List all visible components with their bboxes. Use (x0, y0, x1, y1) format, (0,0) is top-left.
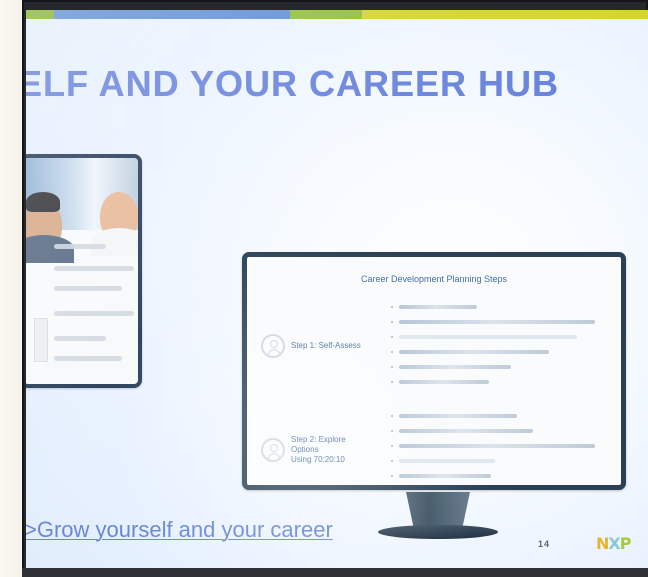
monitor-stand-base (378, 525, 498, 539)
woman-shirt-shape (91, 228, 138, 256)
top-bar-blue-segment (54, 10, 290, 19)
step-two-label: Step 2: Explore Options Using 70:20:10 (291, 435, 346, 464)
logo-letter-x: X (608, 534, 620, 553)
blurred-bullet-item (391, 412, 595, 420)
blurred-bullet-text (399, 429, 533, 433)
blurred-text-line (54, 244, 106, 249)
blurred-bullet-item (391, 363, 595, 371)
blurred-bullet-text (399, 365, 511, 369)
blurred-bullet-text (399, 380, 489, 384)
blurred-text-line (54, 286, 122, 291)
blurred-bullet-text (399, 474, 491, 478)
person-icon (261, 334, 285, 358)
top-color-bar (26, 10, 648, 19)
blurred-text-line (54, 356, 122, 361)
blurred-text-line (54, 266, 134, 271)
blurred-bullet-item (391, 333, 595, 341)
career-hub-card-preview (26, 154, 142, 388)
monitor-graphic: Career Development Planning Steps Step 1… (242, 252, 626, 490)
step-two-bullets (391, 412, 595, 485)
grow-yourself-career-link[interactable]: >Grow yourself and your career (26, 518, 333, 542)
blurred-footer-text (440, 540, 550, 553)
television-bottom-frame (22, 568, 648, 577)
nxp-logo: NXP (596, 534, 632, 553)
top-bar-green-segment (26, 10, 54, 19)
blurred-bullet-text (399, 414, 517, 418)
career-hub-headline: ELF AND YOUR CAREER HUB (26, 63, 560, 104)
page-number: 14 (538, 539, 551, 549)
blurred-bullet-text (399, 320, 595, 324)
blurred-bullet-item (391, 472, 595, 480)
blurred-bullet-text (399, 305, 477, 309)
blurred-bullet-text (399, 350, 549, 354)
step-one-row: Step 1: Self-Assess (261, 326, 365, 366)
blurred-bullet-item (391, 442, 595, 450)
step-two-row: Step 2: Explore Options Using 70:20:10 (261, 426, 365, 474)
blurred-bullet-item (391, 318, 595, 326)
person-icon (261, 438, 285, 462)
grow-yourself-career-link-label: Grow yourself and your career (36, 517, 333, 542)
card-photo (26, 158, 138, 263)
top-bar-green-segment-two (290, 10, 362, 19)
blurred-text-line (54, 336, 106, 341)
step-one-bullets (391, 303, 595, 393)
man-shirt-shape (26, 235, 74, 263)
logo-letter-p: P (619, 534, 632, 553)
top-bar-yellow-segment (362, 10, 648, 19)
photo-background: ELF AND YOUR CAREER HUB Career Developme… (0, 0, 648, 577)
step-one-label: Step 1: Self-Assess (291, 341, 361, 350)
blurred-bullet-text (399, 459, 495, 463)
blurred-card-control (34, 318, 48, 362)
monitor-title: Career Development Planning Steps (360, 274, 508, 284)
blurred-bullet-text (399, 444, 595, 448)
blurred-bullet-item (391, 427, 595, 435)
blurred-bullet-text (399, 335, 577, 339)
blurred-bullet-item (391, 378, 595, 386)
logo-letter-n: N (596, 534, 609, 553)
blurred-bullet-item (391, 457, 595, 465)
blurred-bullet-item (391, 303, 595, 311)
blurred-text-line (54, 311, 134, 316)
blurred-bullet-item (391, 348, 595, 356)
presentation-screen: ELF AND YOUR CAREER HUB Career Developme… (26, 10, 648, 571)
